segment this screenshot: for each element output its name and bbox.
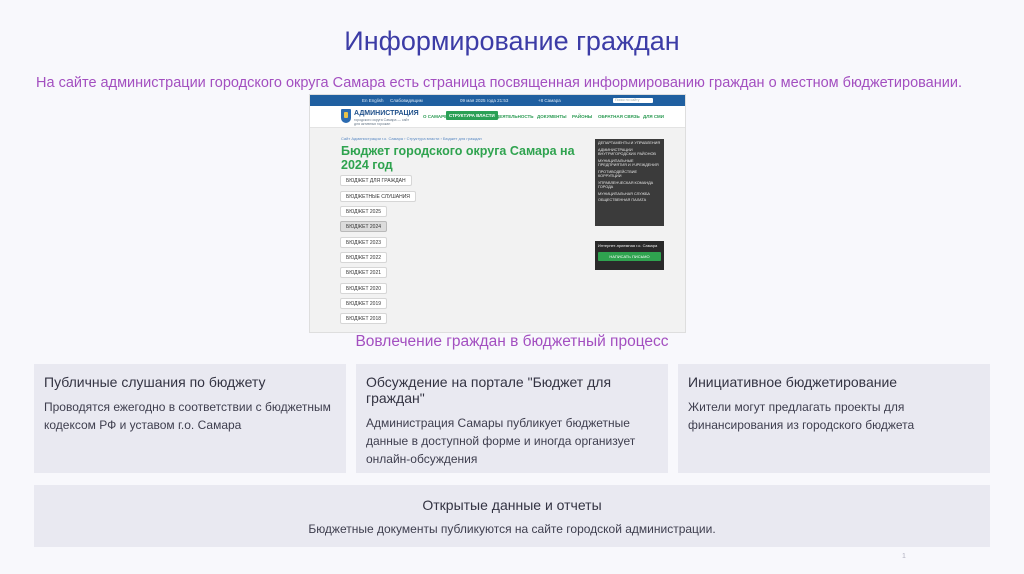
- side-link-districts[interactable]: Администрации внутригородских районов: [598, 148, 661, 157]
- intro-text: На сайте администрации городского округа…: [36, 75, 962, 91]
- side-link-chamber[interactable]: Общественная палата: [598, 198, 661, 203]
- chip-budget-2020[interactable]: БЮДЖЕТ 2020: [340, 283, 388, 294]
- section-subtitle: Вовлечение граждан в бюджетный процесс: [355, 333, 669, 350]
- card-title: Публичные слушания по бюджету: [44, 374, 266, 390]
- chip-budget-2022[interactable]: БЮДЖЕТ 2022: [340, 252, 388, 263]
- card-open-data: Открытые данные и отчеты Бюджетные докум…: [34, 485, 990, 547]
- card-public-hearings: Публичные слушания по бюджету Проводятся…: [34, 364, 346, 473]
- chip-budget-2025[interactable]: БЮДЖЕТ 2025: [340, 206, 388, 217]
- website-screenshot: En English Слабовидящим 09 мая 2025 года…: [309, 94, 686, 333]
- menu-item-documents[interactable]: ДОКУМЕНТЫ: [537, 114, 567, 119]
- menu-item-districts[interactable]: РАЙОНЫ: [572, 114, 592, 119]
- card-title: Инициативное бюджетирование: [688, 374, 898, 390]
- chip-budget-citizens[interactable]: БЮДЖЕТ ДЛЯ ГРАЖДАН: [340, 175, 412, 186]
- coat-of-arms-icon: [341, 109, 351, 123]
- internet-reception-title: Интернет-приемная г.о. Самара: [598, 243, 658, 248]
- menu-item-feedback[interactable]: ОБРАТНАЯ СВЯЗЬ: [598, 114, 640, 119]
- write-letter-button[interactable]: НАПИСАТЬ ПИСЬМО: [598, 252, 661, 261]
- weather-text: +8 Самара: [538, 98, 561, 103]
- site-brand[interactable]: АДМИНИСТРАЦИЯ: [354, 110, 419, 117]
- lang-link[interactable]: En English: [362, 95, 384, 106]
- internet-reception-box: Интернет-приемная г.о. Самара НАПИСАТЬ П…: [595, 241, 664, 270]
- site-brand-subtitle: городского округа Самара — сайт для акти…: [354, 118, 410, 126]
- page-number: 1: [902, 553, 906, 560]
- menu-item-about[interactable]: О САМАРЕ: [423, 114, 447, 119]
- side-link-anticorruption[interactable]: Противодействие коррупции: [598, 170, 661, 179]
- chip-budget-2019[interactable]: БЮДЖЕТ 2019: [340, 298, 388, 309]
- site-header: АДМИНИСТРАЦИЯ городского округа Самара —…: [310, 106, 685, 128]
- card-title: Открытые данные и отчеты: [422, 497, 602, 513]
- side-link-service[interactable]: Муниципальная служба: [598, 192, 661, 197]
- chip-budget-hearings[interactable]: БЮДЖЕТНЫЕ СЛУШАНИЯ: [340, 191, 416, 202]
- menu-item-structure[interactable]: СТРУКТУРА ВЛАСТИ: [446, 111, 498, 120]
- card-text: Жители могут предлагать проекты для фина…: [688, 400, 915, 432]
- side-nav-panel: Департаменты и управления Администрации …: [595, 139, 664, 226]
- breadcrumb[interactable]: Сайт Администрации г.о. Самара › Структу…: [341, 136, 482, 141]
- accessibility-link[interactable]: Слабовидящим: [390, 95, 423, 106]
- card-text: Администрация Самары публикует бюджетные…: [366, 416, 636, 466]
- menu-item-media[interactable]: ДЛЯ СМИ: [643, 114, 664, 119]
- card-text: Бюджетные документы публикуются на сайте…: [308, 522, 716, 536]
- card-text: Проводятся ежегодно в соответствии с бюд…: [44, 400, 331, 432]
- card-portal-discussion: Обсуждение на портале "Бюджет для гражда…: [356, 364, 668, 473]
- date-text: 09 мая 2025 года 21:53: [460, 98, 509, 103]
- slide-title: Информирование граждан: [344, 26, 680, 56]
- side-link-enterprises[interactable]: Муниципальные предприятия и учреждения: [598, 159, 661, 168]
- site-page-heading: Бюджет городского округа Самара на 2024 …: [341, 144, 575, 172]
- chip-budget-2023[interactable]: БЮДЖЕТ 2023: [340, 237, 388, 248]
- menu-item-activity[interactable]: ДЕЯТЕЛЬНОСТЬ: [496, 114, 533, 119]
- card-initiative-budgeting: Инициативное бюджетирование Жители могут…: [678, 364, 990, 473]
- side-link-departments[interactable]: Департаменты и управления: [598, 141, 661, 146]
- card-title: Обсуждение на портале "Бюджет для гражда…: [366, 374, 612, 406]
- site-search-input[interactable]: Поиск по сайту: [613, 98, 653, 103]
- chip-budget-2024[interactable]: БЮДЖЕТ 2024: [340, 221, 388, 232]
- site-topbar: En English Слабовидящим 09 мая 2025 года…: [310, 95, 685, 106]
- chip-budget-2021[interactable]: БЮДЖЕТ 2021: [340, 267, 388, 278]
- chip-budget-2018[interactable]: БЮДЖЕТ 2018: [340, 313, 388, 324]
- side-link-team[interactable]: Управленческая команда города: [598, 181, 661, 190]
